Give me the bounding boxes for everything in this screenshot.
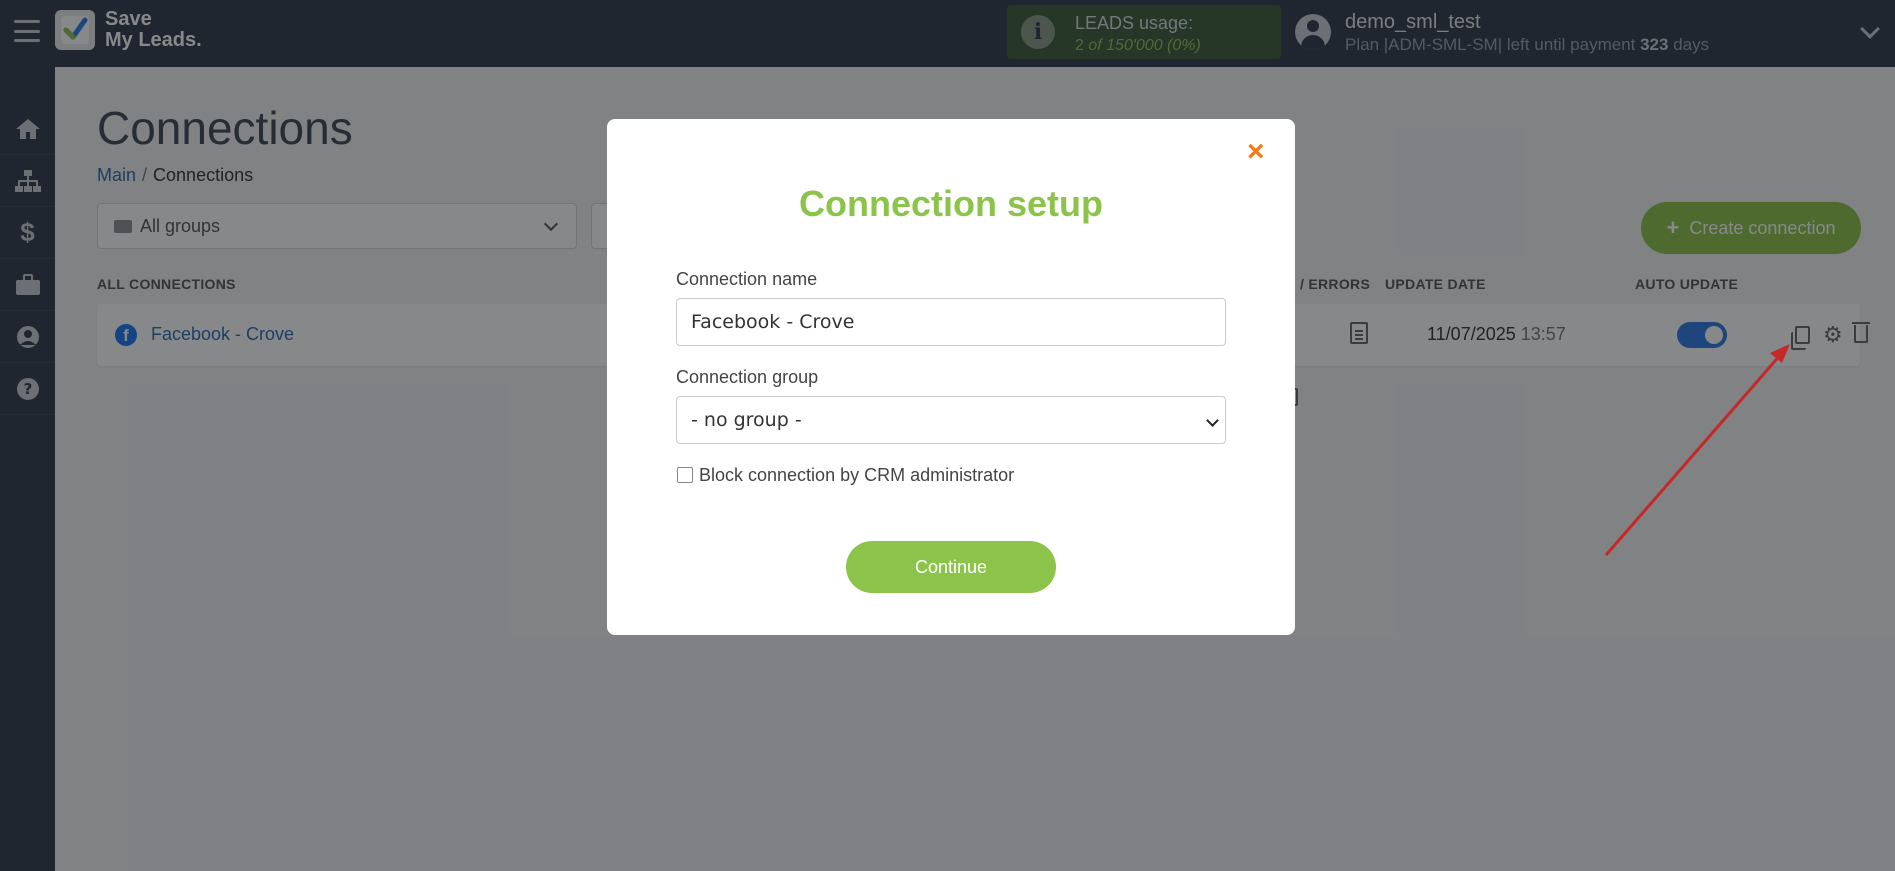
connection-group-value: - no group - [691,409,802,431]
connection-group-select[interactable]: - no group - [676,396,1226,444]
block-connection-checkbox[interactable] [677,467,693,483]
close-icon[interactable]: × [1247,137,1265,167]
connection-group-label: Connection group [676,367,819,387]
connection-setup-modal: × Connection setup Connection name Conne… [607,119,1295,635]
connection-name-input[interactable] [676,298,1226,346]
modal-title: Connection setup [799,183,1103,224]
continue-button[interactable]: Continue [846,541,1056,593]
block-connection-label[interactable]: Block connection by CRM administrator [699,465,1014,486]
connection-name-label: Connection name [676,269,818,289]
